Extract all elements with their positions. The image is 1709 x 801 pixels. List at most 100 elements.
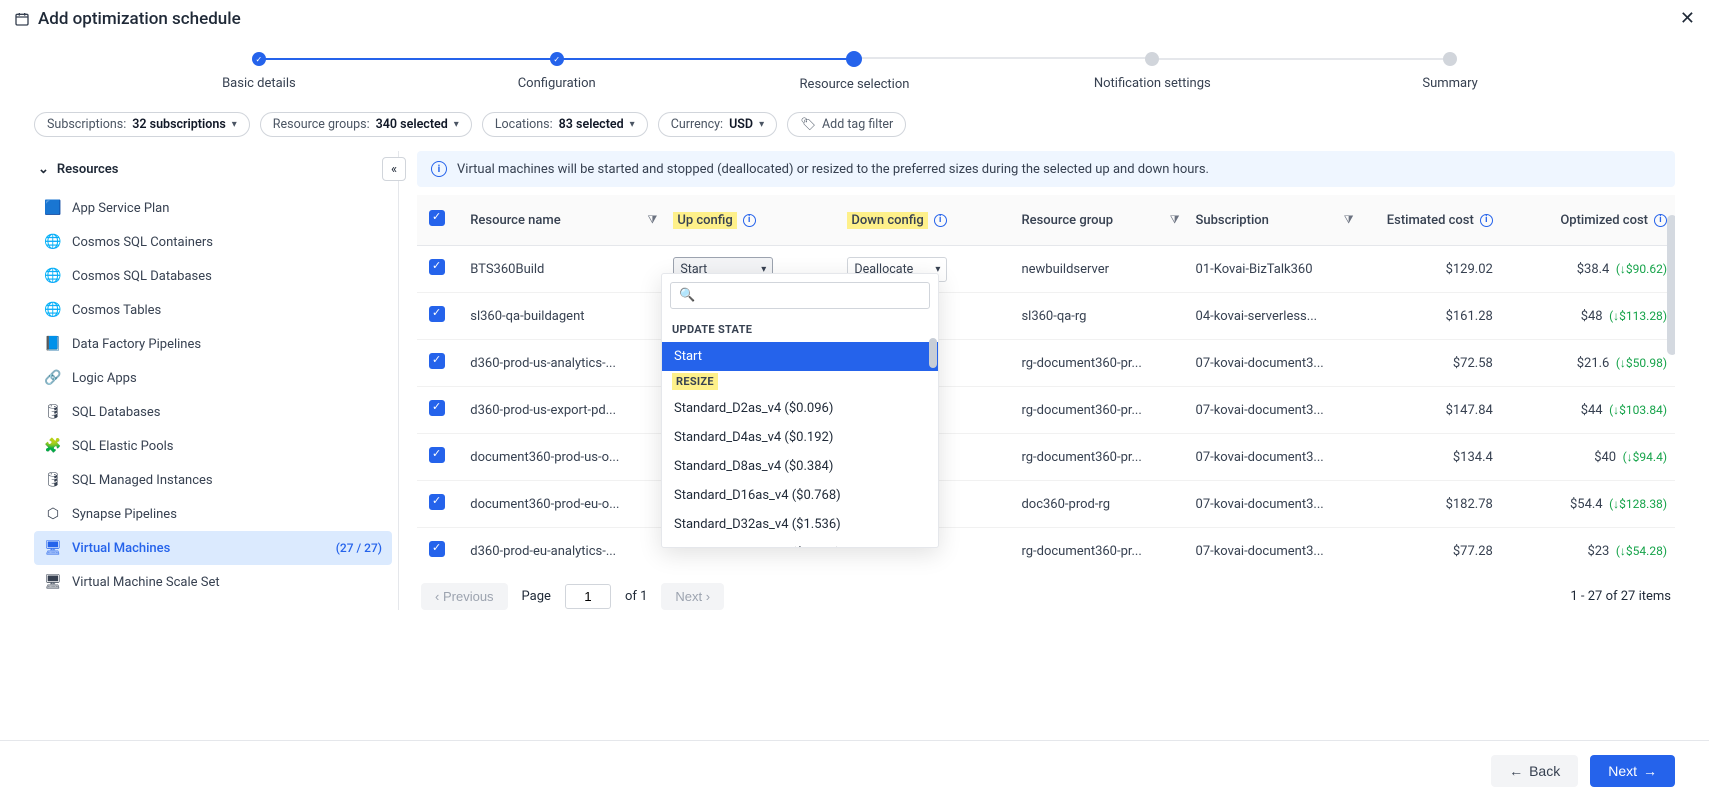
sidebar-item-sql-databases[interactable]: 🛢SQL Databases <box>34 395 392 429</box>
info-icon: i <box>431 161 447 177</box>
sidebar-item-label: Virtual Machine Scale Set <box>72 575 220 590</box>
sidebar-item-app-service-plan[interactable]: 🟦 App Service Plan <box>34 191 392 225</box>
select-all-checkbox[interactable] <box>429 210 445 226</box>
step-label: Basic details <box>222 76 296 91</box>
sidebar-item-cosmos-tables[interactable]: 🌐Cosmos Tables <box>34 293 392 327</box>
row-checkbox[interactable] <box>429 353 445 369</box>
cell-resource-name: d360-prod-eu-analytics-... <box>462 528 665 568</box>
col-optimized-cost: Optimized cost <box>1560 213 1648 228</box>
row-checkbox[interactable] <box>429 400 445 416</box>
sidebar-item-synapse-pipelines[interactable]: ⬡Synapse Pipelines <box>34 497 392 531</box>
dropdown-option[interactable]: Start <box>662 342 938 371</box>
filter-add-tag[interactable]: 🏷 Add tag filter <box>787 112 906 137</box>
sidebar-item-label: Synapse Pipelines <box>72 507 177 522</box>
info-icon[interactable]: i <box>1480 214 1493 227</box>
row-checkbox[interactable] <box>429 259 445 275</box>
filter-icon[interactable]: ⧩ <box>1344 213 1354 227</box>
step-label: Notification settings <box>1094 76 1211 91</box>
cell-optimized-cost: $23 $54.28 <box>1501 528 1675 568</box>
sidebar-item-label: Logic Apps <box>72 371 137 386</box>
info-icon[interactable]: i <box>934 214 947 227</box>
sidebar-item-label: Cosmos SQL Databases <box>72 269 212 284</box>
row-checkbox[interactable] <box>429 494 445 510</box>
pager-page-label: Page <box>522 589 551 604</box>
sidebar-item-sql-elastic-pools[interactable]: 🧩SQL Elastic Pools <box>34 429 392 463</box>
sidebar-item-cosmos-sql-databases[interactable]: 🌐Cosmos SQL Databases <box>34 259 392 293</box>
dropdown-option[interactable]: Standard_D32as_v4 ($1.536) <box>662 510 938 539</box>
step-dot <box>550 52 564 66</box>
filter-resource-groups[interactable]: Resource groups: 340 selected ▾ <box>260 112 472 137</box>
info-icon[interactable]: i <box>1654 214 1667 227</box>
resource-type-icon: 🖥 <box>44 539 62 557</box>
sidebar-item-label: SQL Managed Instances <box>72 473 213 488</box>
sidebar-item-label: App Service Plan <box>72 201 169 216</box>
step-basic-details[interactable]: Basic details <box>110 52 408 91</box>
col-down-config: Down config <box>847 212 927 229</box>
cell-resource-name: sl360-qa-buildagent <box>462 293 665 340</box>
filter-subscriptions[interactable]: Subscriptions: 32 subscriptions ▾ <box>34 112 250 137</box>
arrow-right-icon: → <box>1643 763 1657 779</box>
cell-estimated-cost: $134.4 <box>1362 434 1501 481</box>
sidebar-item-cosmos-sql-containers[interactable]: 🌐Cosmos SQL Containers <box>34 225 392 259</box>
savings-badge: $128.38 <box>1609 497 1667 511</box>
dropdown-option[interactable]: Standard_D48as_v4 ($2.304) <box>662 539 938 547</box>
pager-previous-button[interactable]: ‹ Previous <box>421 583 508 610</box>
dropdown-group-update-state: UPDATE STATE <box>662 317 938 342</box>
dropdown-option[interactable]: Standard_D4as_v4 ($0.192) <box>662 423 938 452</box>
filter-icon[interactable]: ⧩ <box>648 213 658 227</box>
cell-resource-group: rg-document360-pr... <box>1013 340 1187 387</box>
sidebar-item-logic-apps[interactable]: 🔗 Logic Apps <box>34 361 392 395</box>
info-icon[interactable]: i <box>743 214 756 227</box>
filter-locations[interactable]: Locations: 83 selected ▾ <box>482 112 648 137</box>
cell-estimated-cost: $182.78 <box>1362 481 1501 528</box>
close-icon[interactable]: ✕ <box>1680 8 1695 29</box>
cell-subscription: 04-kovai-serverless... <box>1188 293 1362 340</box>
table-row: sl360-qa-buildagentsl360-qa-rg04-kovai-s… <box>417 293 1675 340</box>
sidebar-item-label: Virtual Machines <box>72 541 170 556</box>
cell-optimized-cost: $21.6 $50.98 <box>1501 340 1675 387</box>
pager-page-input[interactable] <box>565 584 611 609</box>
row-checkbox[interactable] <box>429 541 445 557</box>
row-checkbox[interactable] <box>429 447 445 463</box>
sidebar-item-label: Cosmos Tables <box>72 303 161 318</box>
savings-badge: $50.98 <box>1616 356 1667 370</box>
savings-badge: $54.28 <box>1616 544 1667 558</box>
col-resource-name: Resource name <box>470 213 560 228</box>
next-button[interactable]: Next → <box>1590 755 1675 787</box>
pager-next-button[interactable]: Next › <box>661 583 724 610</box>
chevron-down-icon: ▾ <box>454 119 459 130</box>
table-row: d360-prod-eu-analytics-...rg-document360… <box>417 528 1675 568</box>
cell-optimized-cost: $48 $113.28 <box>1501 293 1675 340</box>
row-checkbox[interactable] <box>429 306 445 322</box>
resource-type-icon: 🟦 <box>44 199 62 217</box>
back-button[interactable]: ← Back <box>1491 755 1578 787</box>
dropdown-option[interactable]: Standard_D2as_v4 ($0.096) <box>662 394 938 423</box>
sidebar-title: Resources <box>57 162 119 177</box>
dropdown-option[interactable]: Standard_D16as_v4 ($0.768) <box>662 481 938 510</box>
cell-subscription: 07-kovai-document3... <box>1188 340 1362 387</box>
sidebar-item-sql-managed-instances[interactable]: 🛢SQL Managed Instances <box>34 463 392 497</box>
step-dot <box>1443 52 1457 66</box>
sidebar-item-data-factory-pipelines[interactable]: 📘Data Factory Pipelines <box>34 327 392 361</box>
col-subscription: Subscription <box>1196 213 1269 228</box>
filter-icon[interactable]: ⧩ <box>1170 213 1180 227</box>
table-scrollbar[interactable] <box>1667 215 1675 355</box>
resource-type-icon: 🔗 <box>44 369 62 387</box>
dropdown-scrollbar[interactable] <box>929 338 937 368</box>
cell-subscription: 01-Kovai-BizTalk360 <box>1188 246 1362 293</box>
sidebar-item-virtual-machine-scale-set[interactable]: 🖥Virtual Machine Scale Set <box>34 565 392 599</box>
sidebar-item-virtual-machines[interactable]: 🖥 Virtual Machines (27 / 27) <box>34 531 392 565</box>
cell-estimated-cost: $129.02 <box>1362 246 1501 293</box>
cell-estimated-cost: $72.58 <box>1362 340 1501 387</box>
table-row: BTS360BuildStart▾Deallocate▾newbuildserv… <box>417 246 1675 293</box>
savings-badge: $94.4 <box>1623 450 1667 464</box>
dropdown-option[interactable]: Standard_D8as_v4 ($0.384) <box>662 452 938 481</box>
cell-subscription: 07-kovai-document3... <box>1188 387 1362 434</box>
cell-subscription: 07-kovai-document3... <box>1188 434 1362 481</box>
sidebar-item-count: (27 / 27) <box>336 541 382 555</box>
chevron-down-icon[interactable]: ⌄ <box>38 162 49 177</box>
cell-optimized-cost: $40 $94.4 <box>1501 434 1675 481</box>
filter-currency[interactable]: Currency: USD ▾ <box>658 112 777 137</box>
cell-optimized-cost: $54.4 $128.38 <box>1501 481 1675 528</box>
dropdown-search-input[interactable] <box>701 287 921 304</box>
